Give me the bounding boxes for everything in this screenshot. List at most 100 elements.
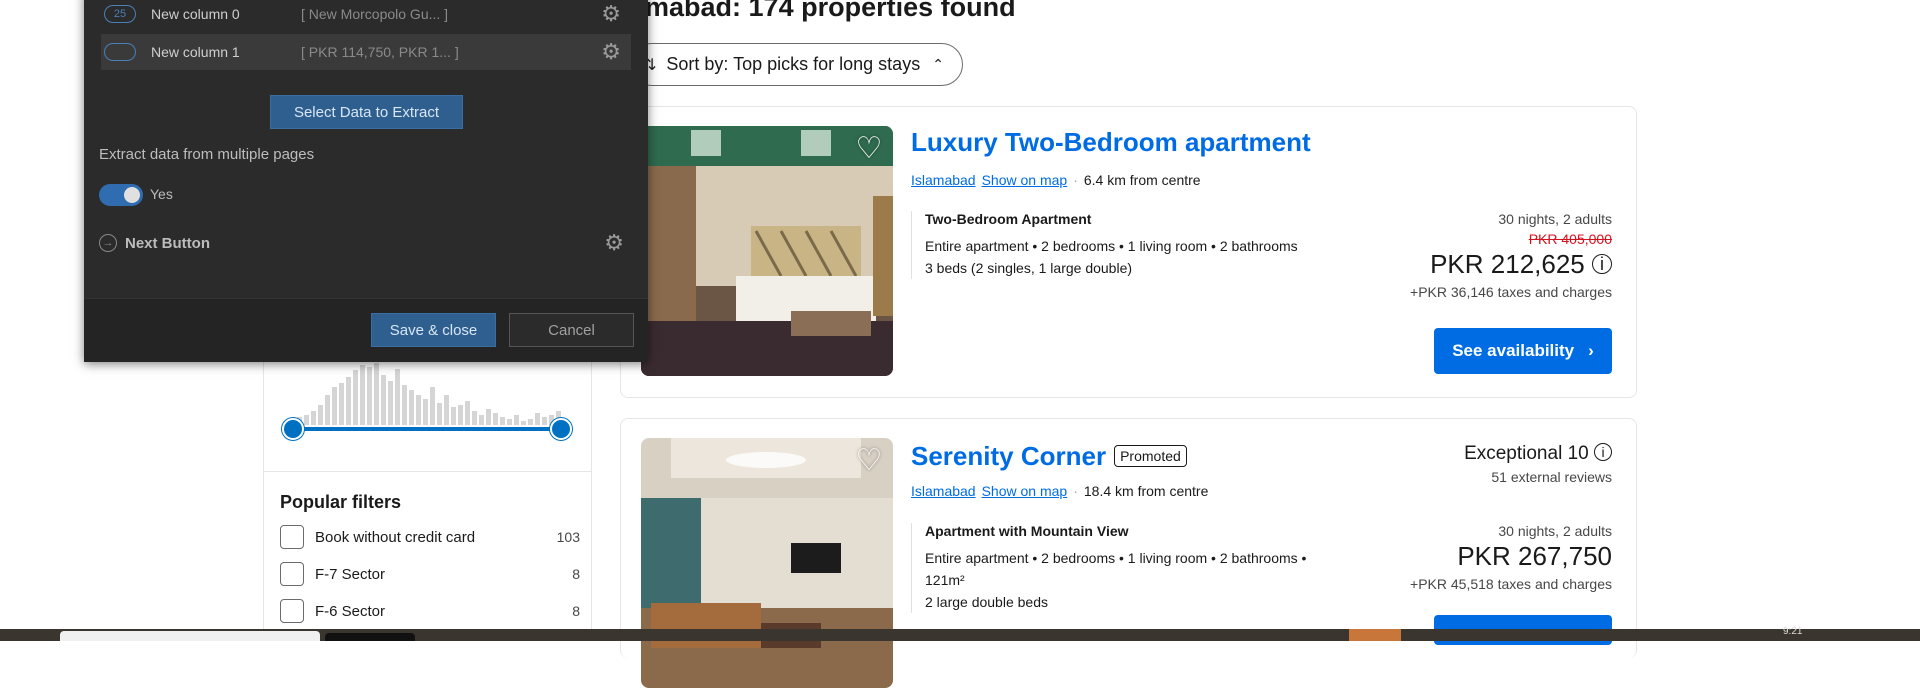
- select-data-button[interactable]: Select Data to Extract: [270, 95, 463, 129]
- checkbox[interactable]: [280, 525, 304, 549]
- promoted-badge: Promoted: [1114, 445, 1187, 467]
- histogram-bar: [521, 421, 526, 425]
- property-photo[interactable]: ♡: [641, 438, 893, 688]
- histogram-bar: [472, 411, 477, 425]
- price-block: 30 nights, 2 adults PKR 267,750 +PKR 45,…: [1410, 523, 1612, 592]
- histogram-bar: [416, 395, 421, 425]
- histogram-bar: [325, 395, 330, 425]
- histogram-bar: [514, 415, 519, 425]
- stay-length: 30 nights, 2 adults: [1498, 211, 1612, 227]
- city-link[interactable]: Islamabad: [911, 483, 976, 499]
- filter-label: F-6 Sector: [315, 602, 386, 620]
- cancel-button[interactable]: Cancel: [509, 313, 634, 347]
- taxes-text: +PKR 45,518 taxes and charges: [1410, 576, 1612, 592]
- histogram-bar: [486, 409, 491, 425]
- property-photo[interactable]: ♡: [641, 126, 893, 376]
- taskbar: 9:21: [0, 626, 1920, 641]
- original-price: PKR 405,000: [1528, 231, 1612, 247]
- city-link[interactable]: Islamabad: [911, 172, 976, 188]
- histogram-bar: [409, 390, 414, 425]
- column-sample: [ PKR 114,750, PKR 1... ]: [301, 44, 459, 60]
- popular-filters-title: Popular filters: [280, 492, 402, 512]
- filter-label: F-7 Sector: [315, 565, 386, 583]
- divider: [264, 471, 591, 472]
- histogram-bar: [360, 365, 365, 425]
- gear-icon[interactable]: ⚙: [604, 230, 624, 256]
- taskbar-button[interactable]: [325, 633, 415, 641]
- filter-item[interactable]: F-7 Sector 8: [280, 559, 580, 589]
- filter-label: Book without credit card: [315, 528, 476, 546]
- column-row[interactable]: New column 1 [ PKR 114,750, PKR 1... ] ⚙: [101, 34, 631, 70]
- results-heading: amabad: 174 properties found: [630, 0, 1016, 22]
- histogram-bar: [493, 413, 498, 425]
- taskbar-search[interactable]: [60, 631, 320, 641]
- stay-length: 30 nights, 2 adults: [1498, 523, 1612, 539]
- property-title[interactable]: Luxury Two-Bedroom apartment: [911, 127, 1311, 158]
- column-badge: [104, 43, 136, 61]
- histogram-bar: [318, 405, 323, 425]
- score-line: Exceptional 10 i: [1464, 443, 1612, 465]
- histogram-bar: [311, 411, 316, 425]
- see-availability-button[interactable]: See availability ›: [1434, 328, 1612, 374]
- price-range-track[interactable]: [292, 427, 560, 431]
- property-name[interactable]: Serenity Corner: [911, 441, 1106, 471]
- taxes-text: +PKR 36,146 taxes and charges: [1410, 284, 1612, 300]
- filter-item[interactable]: Book without credit card 103: [280, 522, 580, 552]
- sort-dropdown[interactable]: ⇅ Sort by: Top picks for long stays ⌃: [630, 43, 963, 86]
- gear-icon[interactable]: ⚙: [601, 39, 621, 65]
- taskbar-app[interactable]: [1349, 629, 1401, 641]
- histogram-bar: [479, 415, 484, 425]
- price-value: PKR 212,625: [1430, 249, 1585, 279]
- histogram-bar: [388, 381, 393, 425]
- info-icon[interactable]: i: [1594, 443, 1612, 461]
- next-button-label: Next Button: [125, 234, 210, 252]
- save-close-button[interactable]: Save & close: [371, 313, 496, 347]
- info-icon[interactable]: i: [1592, 254, 1612, 274]
- histogram-bar: [444, 395, 449, 425]
- histogram-bar: [507, 419, 512, 425]
- heart-icon[interactable]: ♡: [853, 134, 885, 166]
- show-on-map-link[interactable]: Show on map: [982, 172, 1068, 188]
- chevron-updown-icon: ⌃: [932, 56, 944, 72]
- show-on-map-link[interactable]: Show on map: [982, 483, 1068, 499]
- filter-item[interactable]: F-6 Sector 8: [280, 596, 580, 626]
- price-max-handle[interactable]: [550, 418, 572, 440]
- price-min-handle[interactable]: [282, 418, 304, 440]
- histogram-bar: [395, 369, 400, 425]
- histogram-bar: [339, 383, 344, 425]
- room-info: Apartment with Mountain View Entire apar…: [911, 523, 1355, 613]
- clock: 9:21: [1783, 626, 1803, 637]
- chevron-right-icon: ›: [1588, 341, 1594, 360]
- review-score[interactable]: Exceptional 10 i 51 external reviews: [1464, 443, 1612, 485]
- histogram-bar: [304, 415, 309, 425]
- extractor-panel: 25 New column 0 [ New Morcopolo Gu... ] …: [84, 0, 648, 362]
- checkbox[interactable]: [280, 599, 304, 623]
- review-count: 51 external reviews: [1491, 469, 1612, 485]
- histogram-bar: [430, 387, 435, 425]
- property-title[interactable]: Serenity Corner Promoted: [911, 441, 1187, 472]
- next-button-row[interactable]: → Next Button ⚙: [99, 230, 634, 256]
- gear-icon[interactable]: ⚙: [601, 1, 621, 27]
- multi-page-toggle[interactable]: [99, 184, 143, 206]
- checkbox[interactable]: [280, 562, 304, 586]
- histogram-bar: [528, 419, 533, 425]
- histogram-bar: [346, 377, 351, 425]
- room-beds-line: 2 large double beds: [925, 594, 1048, 610]
- current-price: PKR 212,625 i: [1410, 249, 1612, 280]
- histogram-bar: [332, 387, 337, 425]
- property-card: ♡ Luxury Two-Bedroom apartment Islamabad…: [620, 106, 1637, 398]
- histogram-bar: [381, 375, 386, 425]
- filter-sidebar: Popular filters Book without credit card…: [263, 340, 592, 640]
- current-price: PKR 267,750: [1457, 541, 1612, 571]
- heart-icon[interactable]: ♡: [853, 446, 885, 478]
- column-name: New column 0: [151, 6, 240, 22]
- property-card: ♡ Serenity Corner Promoted Islamabad Show…: [620, 418, 1637, 688]
- filter-count: 103: [556, 529, 580, 545]
- histogram-bar: [500, 417, 505, 425]
- toggle-label: Yes: [150, 186, 173, 202]
- column-row[interactable]: 25 New column 0 [ New Morcopolo Gu... ] …: [101, 0, 631, 32]
- room-desc-line: Entire apartment • 2 bedrooms • 1 living…: [925, 238, 1298, 254]
- room-name: Two-Bedroom Apartment: [925, 211, 1092, 227]
- histogram-bar: [374, 363, 379, 425]
- room-info: Two-Bedroom Apartment Entire apartment •…: [911, 211, 1355, 279]
